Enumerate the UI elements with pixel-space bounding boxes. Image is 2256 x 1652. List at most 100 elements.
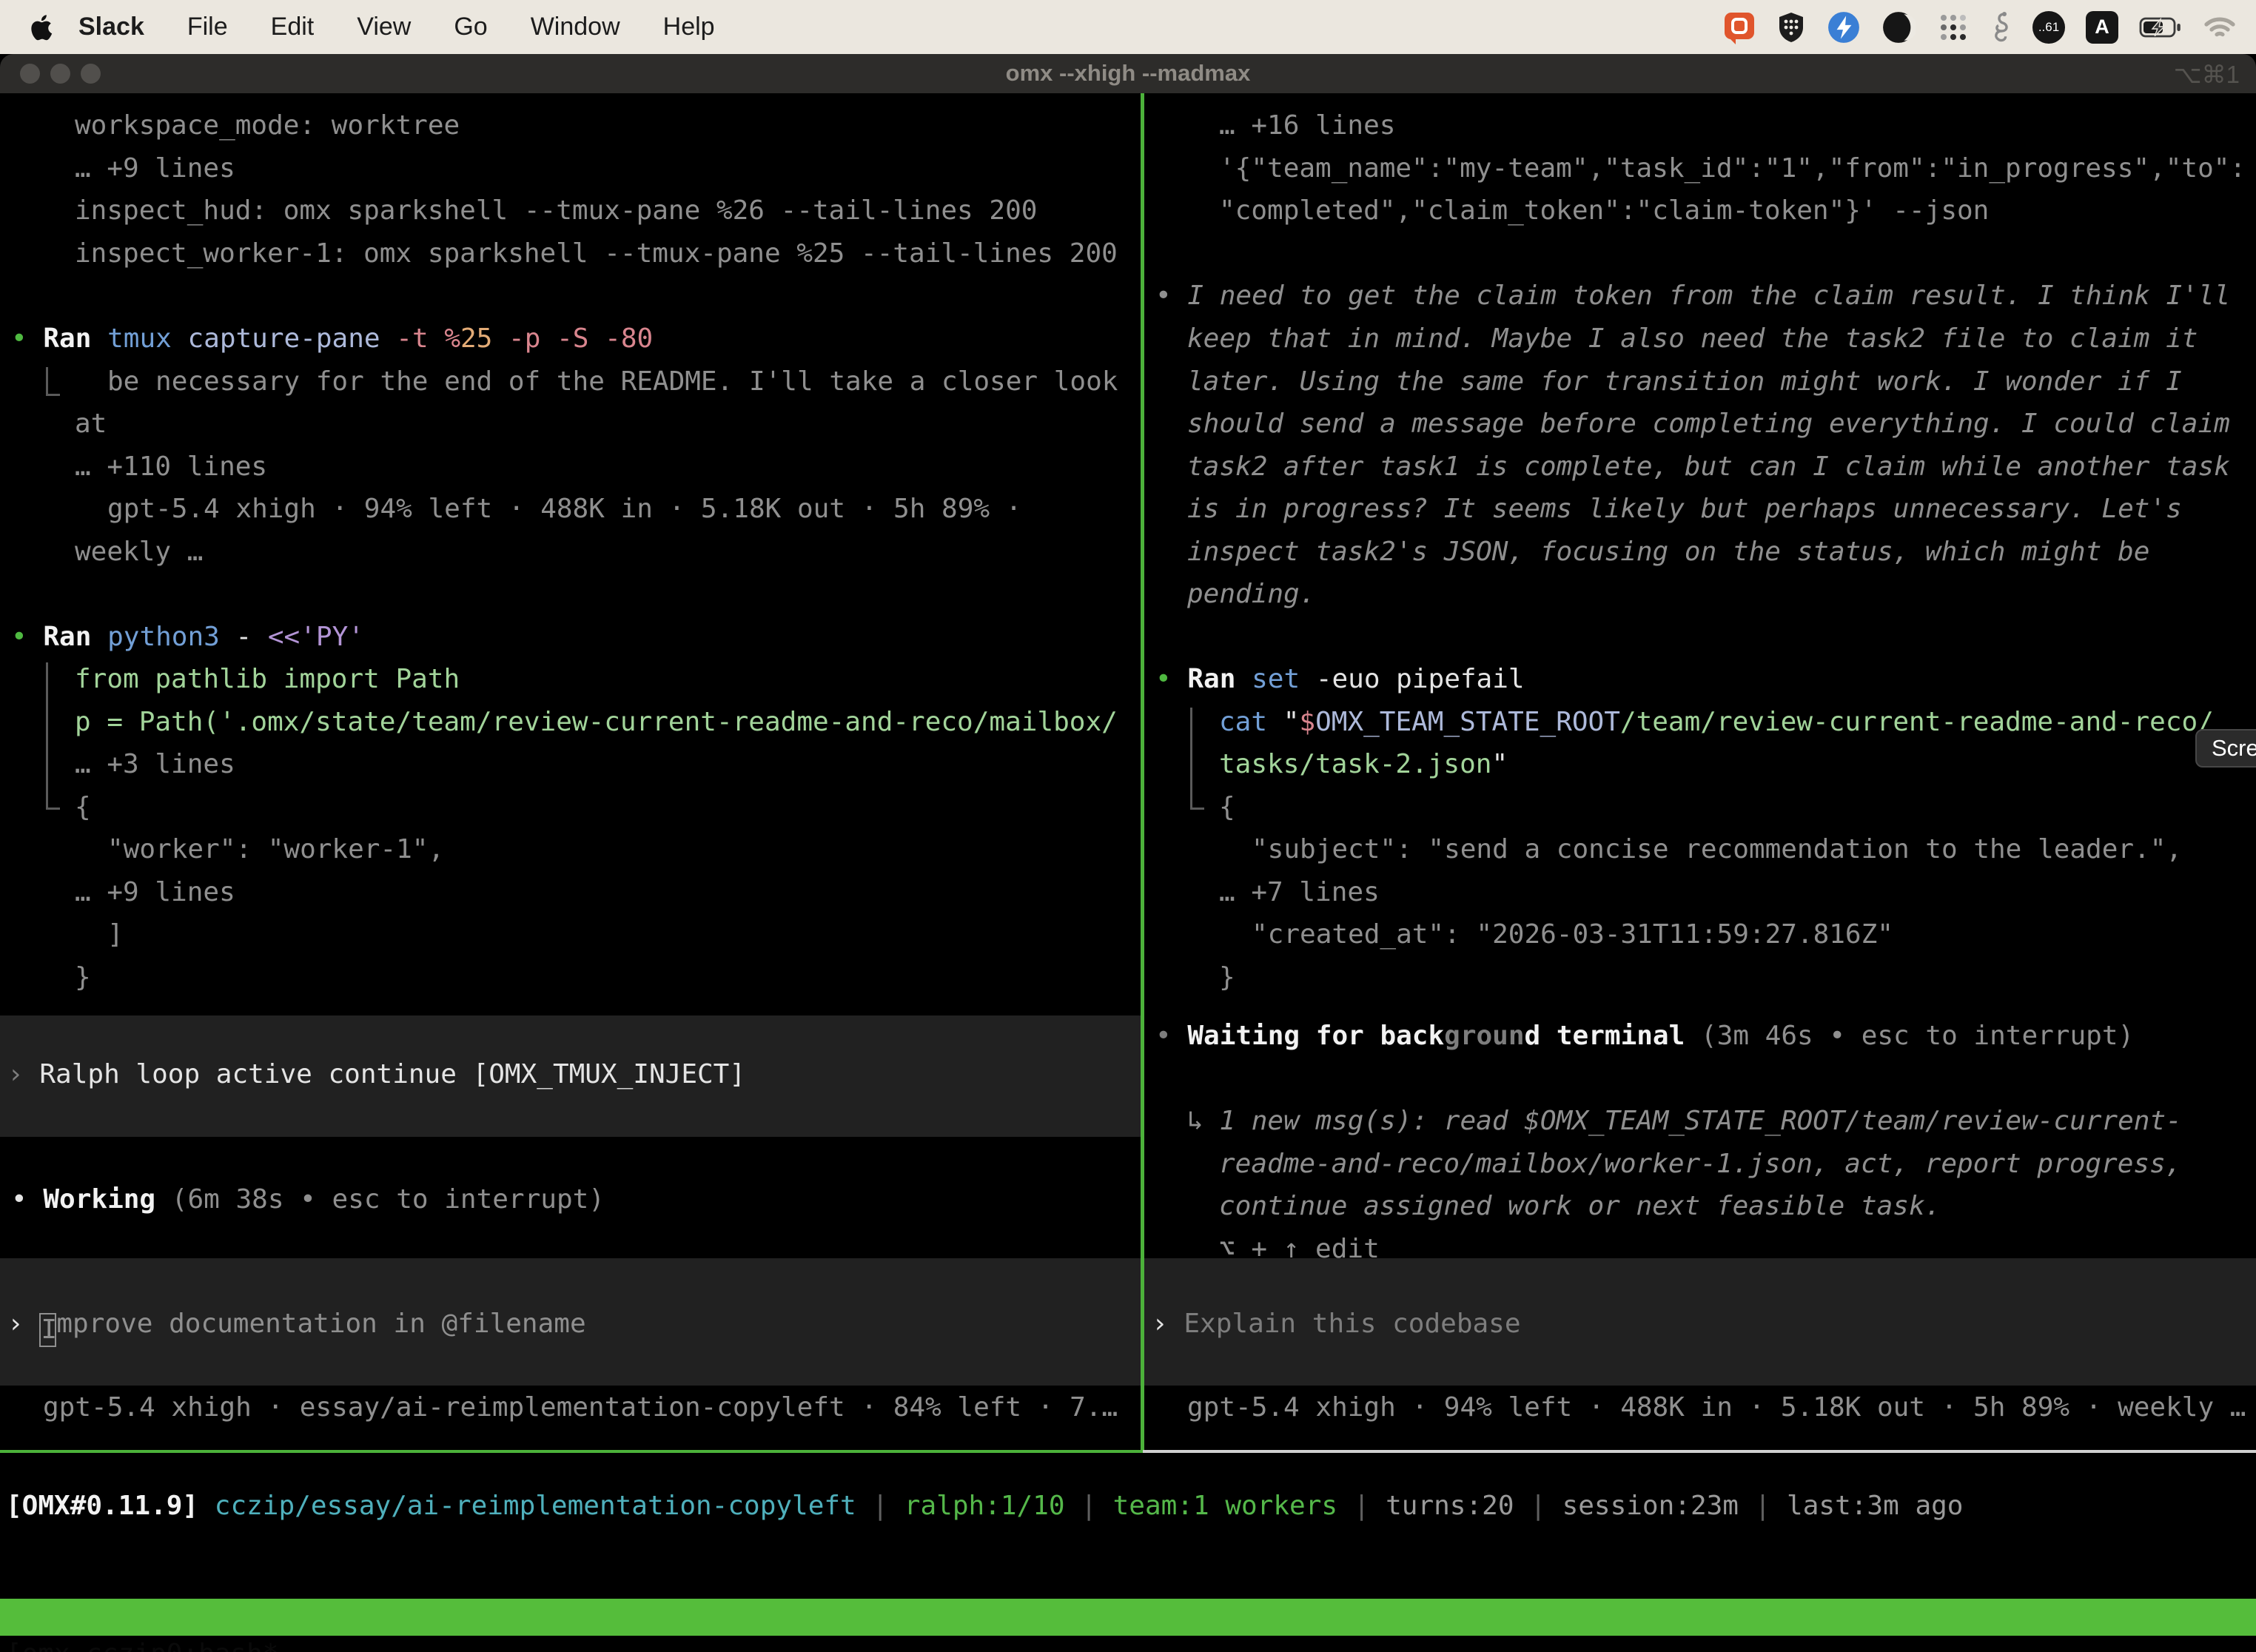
window-title: omx --xhigh --madmax <box>1006 60 1251 87</box>
thinking-line: should send a message before completing … <box>1187 403 2230 446</box>
squiggle-icon[interactable] <box>1991 10 2012 44</box>
prompt-placeholder: Explain this codebase <box>1184 1309 1520 1339</box>
status-bullet-icon: • <box>11 1184 27 1215</box>
menubar-item-help[interactable]: Help <box>642 13 736 41</box>
terminal-output-line: weekly … <box>75 531 203 574</box>
menubar-item-slack[interactable]: Slack <box>53 13 166 41</box>
prompt-input[interactable]: › Improve documentation in @filename <box>7 1303 586 1346</box>
minimize-button[interactable] <box>50 64 70 84</box>
session-time: session:23m <box>1562 1491 1739 1521</box>
terminal-output-line: "worker": "worker-1", <box>107 828 444 871</box>
ralph-counter: ralph:1/10 <box>904 1491 1065 1521</box>
tmux-session-name[interactable]: [omx-cczip0:bash* <box>6 1636 278 1652</box>
menubar-item-file[interactable]: File <box>166 13 249 41</box>
terminal-output-line: be necessary for the end of the README. … <box>107 360 1118 403</box>
inactive-pane-border <box>1143 1450 2256 1453</box>
crescent-circle-icon[interactable] <box>1881 10 1916 44</box>
chat-app-icon[interactable] <box>1723 10 1756 45</box>
wifi-icon[interactable] <box>2203 15 2237 40</box>
terminal-output-line: … +110 lines <box>75 446 267 488</box>
right-terminal-pane: … +16 lines '{"team_name":"my-team","tas… <box>1144 93 2256 1450</box>
output-elbow-icon <box>1190 708 1204 810</box>
thinking-line: is in progress? It seems likely but perh… <box>1187 488 2182 531</box>
thinking-line: task2 after task1 is complete, but can I… <box>1187 446 2230 488</box>
terminal-output-line: { <box>75 786 91 829</box>
terminal-output-line: … +9 lines <box>75 871 235 914</box>
bolt-circle-icon[interactable] <box>1827 10 1861 44</box>
terminal-output-line: } <box>75 956 91 999</box>
status-bullet-icon: • <box>1155 1021 1172 1051</box>
terminal-output-line: workspace_mode: worktree <box>75 104 460 147</box>
prompt-input[interactable]: › Explain this codebase <box>1152 1303 1521 1346</box>
terminal-output-line: … +7 lines <box>1219 871 1380 914</box>
shield-grid-icon[interactable] <box>1776 11 1806 44</box>
terminal-output-line: "created_at": "2026-03-31T11:59:27.816Z" <box>1252 913 1893 956</box>
terminal-output-line: gpt-5.4 xhigh · 94% left · 488K in · 5.1… <box>107 488 1021 531</box>
tmux-status-bar: [omx-cczip0:bash* "MacBook-Pro-44.local"… <box>0 1599 2256 1636</box>
prompt-placeholder: mprove documentation in @filename <box>56 1309 585 1339</box>
screen: Slack File Edit View Go Window Help <box>0 0 2256 1652</box>
command-line: • Ran set -euo pipefail <box>1155 658 1525 701</box>
omx-hud-statusline: [OMX#0.11.9] cczip/essay/ai-reimplementa… <box>6 1485 1963 1528</box>
close-button[interactable] <box>20 64 40 84</box>
terminal-output-line: inspect_worker-1: omx sparkshell --tmux-… <box>75 232 1118 275</box>
menubar-item-edit[interactable]: Edit <box>249 13 336 41</box>
dot-grid-icon[interactable] <box>1936 10 1970 44</box>
command-bullet-icon: • <box>1155 664 1172 694</box>
left-terminal-pane: workspace_mode: worktree … +9 lines insp… <box>0 93 1141 1450</box>
last-activity: last:3m ago <box>1787 1491 1963 1521</box>
prompt-input-area[interactable]: › Improve documentation in @filename <box>0 1258 1141 1386</box>
thinking-bullet-icon: • <box>1155 281 1172 311</box>
badge-61-icon[interactable]: ..61 <box>2032 11 2065 44</box>
prompt-input-area[interactable]: › Explain this codebase <box>1144 1258 2256 1386</box>
terminal-output-line: … +3 lines <box>75 743 235 786</box>
terminal-output-line: '{"team_name":"my-team","task_id":"1","f… <box>1219 147 2246 190</box>
session-status-line: gpt-5.4 xhigh · 94% left · 488K in · 5.1… <box>1187 1386 2246 1429</box>
prompt-chevron-icon: › <box>1152 1309 1168 1339</box>
arrow-down-right-icon: ↳ <box>1187 1106 1203 1136</box>
mailbox-message-line: ↳ 1 new msg(s): read $OMX_TEAM_STATE_ROO… <box>1187 1100 2182 1143</box>
terminal-output-line: { <box>1219 786 1235 829</box>
battery-icon[interactable] <box>2139 16 2182 38</box>
inject-banner: › Ralph loop active continue [OMX_TMUX_I… <box>0 1015 1141 1137</box>
repo-name: cczip/essay/ai-reimplementation-copyleft <box>215 1491 856 1521</box>
apple-menu-icon[interactable] <box>28 13 53 42</box>
terminal-output-line: … +9 lines <box>75 147 235 190</box>
command-line: cat "$OMX_TEAM_STATE_ROOT/team/review-cu… <box>1219 701 2214 744</box>
menubar-item-go[interactable]: Go <box>432 13 508 41</box>
zoom-button[interactable] <box>81 64 101 84</box>
chevron-icon: › <box>7 1059 24 1089</box>
window-titlebar: omx --xhigh --madmax ⌥⌘1 <box>0 54 2256 93</box>
menubar: Slack File Edit View Go Window Help <box>0 0 2256 54</box>
thinking-line: pending. <box>1187 573 1315 616</box>
menubar-item-view[interactable]: View <box>335 13 432 41</box>
menubar-item-window[interactable]: Window <box>509 13 642 41</box>
thinking-line: later. Using the same for transition mig… <box>1187 360 2182 403</box>
terminal-output-line: … +16 lines <box>1219 104 1395 147</box>
thinking-line: • I need to get the claim token from the… <box>1155 275 2230 318</box>
thinking-line: keep that in mind. Maybe I also need the… <box>1187 318 2198 360</box>
code-line: p = Path('.omx/state/team/review-current… <box>75 701 1118 744</box>
terminal-output-line: inspect_hud: omx sparkshell --tmux-pane … <box>75 189 1037 232</box>
command-bullet-icon: • <box>11 622 27 652</box>
menubar-status-icons: ..61 A <box>1723 10 2237 45</box>
command-bullet-icon: • <box>11 323 27 354</box>
terminal-output-line: "subject": "send a concise recommendatio… <box>1252 828 2182 871</box>
mailbox-message-line: continue assigned work or next feasible … <box>1219 1185 1941 1228</box>
prompt-chevron-icon: › <box>7 1309 24 1339</box>
waiting-status-line: • Waiting for background terminal (3m 46… <box>1155 1015 2134 1058</box>
session-status-line: gpt-5.4 xhigh · essay/ai-reimplementatio… <box>43 1386 1118 1429</box>
working-status-line: • Working (6m 38s • esc to interrupt) <box>11 1178 605 1221</box>
omx-version: [OMX#0.11.9] <box>6 1491 198 1521</box>
inject-banner-text: › Ralph loop active continue [OMX_TMUX_I… <box>7 1053 745 1096</box>
terminal-output-line: at <box>75 403 107 446</box>
command-line: • Ran tmux capture-pane -t %25 -p -S -80 <box>11 318 653 360</box>
thinking-line: inspect task2's JSON, focusing on the st… <box>1187 531 2149 574</box>
letter-a-app-icon[interactable]: A <box>2086 11 2118 44</box>
terminal-output-line: } <box>1219 956 1235 999</box>
output-elbow-icon <box>46 662 60 810</box>
screen-share-tooltip: Scre <box>2195 729 2256 768</box>
text-cursor: I <box>39 1313 56 1347</box>
code-line: from pathlib import Path <box>75 658 460 701</box>
mailbox-message-line: readme-and-reco/mailbox/worker-1.json, a… <box>1219 1143 2181 1186</box>
